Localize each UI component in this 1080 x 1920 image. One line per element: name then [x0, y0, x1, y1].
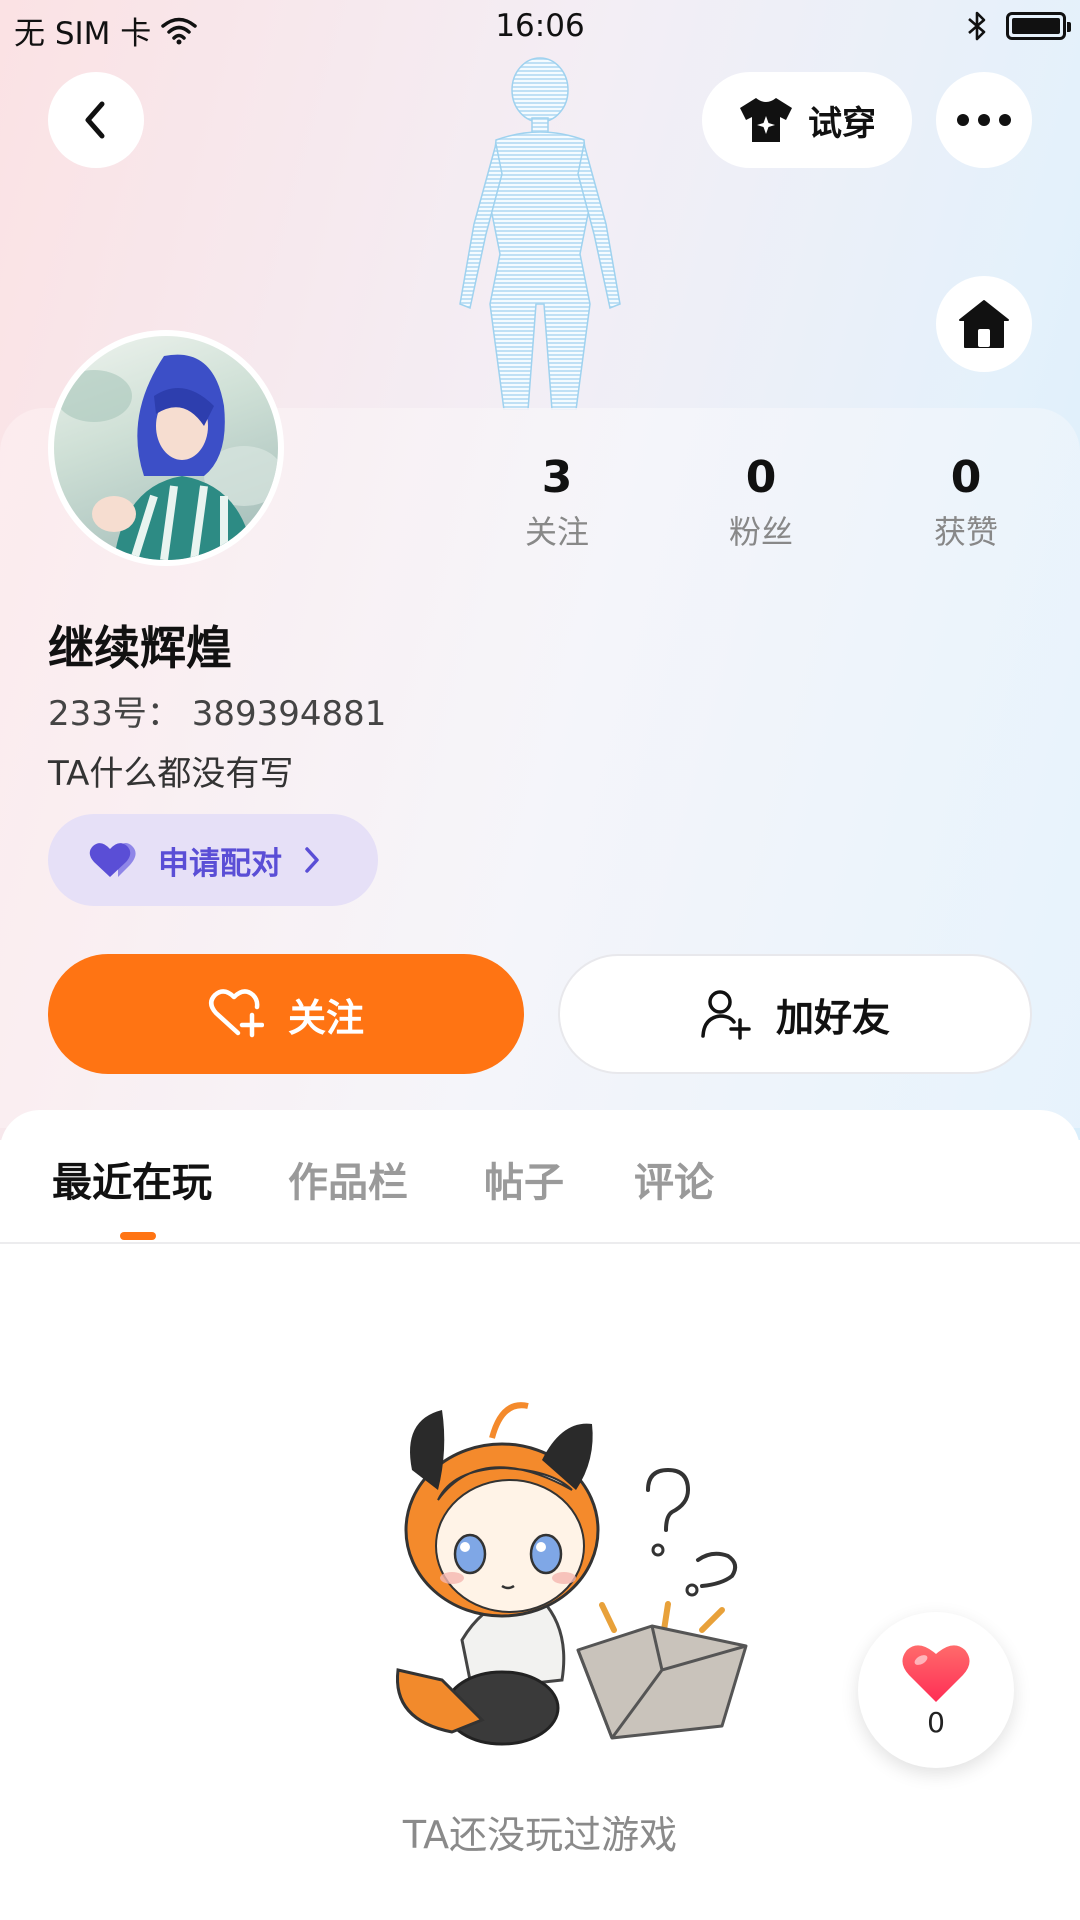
empty-state-message: TA还没玩过游戏: [402, 1813, 678, 1857]
nickname: 继续辉煌: [48, 621, 232, 675]
content-tabs: 最近在玩 作品栏 帖子 评论: [0, 1110, 1080, 1244]
stat-likes-value: 0: [950, 452, 982, 503]
tab-works[interactable]: 作品栏: [288, 1150, 408, 1208]
user-plus-icon: [701, 990, 751, 1040]
stat-fans-value: 0: [745, 452, 777, 503]
avatar-image: [54, 336, 278, 560]
battery-icon: [1006, 12, 1071, 40]
heart-plus-icon: [208, 989, 264, 1038]
stat-following-label: 关注: [524, 513, 589, 551]
status-time: 16:06: [495, 8, 585, 44]
avatar[interactable]: [48, 330, 284, 566]
empty-state-illustration: [395, 1402, 748, 1746]
heart-icon: [902, 1644, 970, 1702]
add-friend-button[interactable]: 加好友: [558, 954, 1032, 1074]
chevron-right-icon: [305, 847, 319, 873]
floating-like-button[interactable]: 0: [858, 1612, 1014, 1768]
apply-pair-label: 申请配对: [158, 845, 282, 882]
stat-likes[interactable]: 0 获赞: [886, 452, 1046, 553]
apply-pair-button[interactable]: 申请配对: [48, 814, 378, 906]
stat-fans[interactable]: 0 粉丝: [681, 452, 841, 553]
stat-fans-label: 粉丝: [728, 513, 793, 551]
like-count: 0: [927, 1705, 945, 1739]
stat-likes-label: 获赞: [933, 513, 998, 551]
add-friend-label: 加好友: [775, 995, 890, 1040]
bluetooth-icon: [968, 11, 986, 41]
back-button[interactable]: [48, 72, 144, 168]
tab-recently-played[interactable]: 最近在玩: [52, 1150, 212, 1208]
tshirt-icon: [740, 98, 792, 142]
double-heart-icon: [89, 843, 136, 877]
tab-posts[interactable]: 帖子: [484, 1150, 564, 1208]
status-bar: 无 SIM 卡 16:06: [0, 0, 1080, 56]
active-tab-indicator: [120, 1232, 156, 1240]
stat-following[interactable]: 3 关注: [477, 452, 637, 553]
follow-label: 关注: [287, 995, 364, 1040]
try-on-label: 试穿: [808, 103, 876, 144]
user-id: 233号： 389394881: [48, 694, 387, 734]
home-button[interactable]: [936, 276, 1032, 372]
status-right: [966, 10, 1071, 42]
stat-following-value: 3: [541, 452, 573, 503]
home-icon: [959, 300, 1009, 348]
avatar-portrait: [56, 354, 278, 560]
bio: TA什么都没有写: [48, 754, 294, 794]
more-button[interactable]: [936, 72, 1032, 168]
try-on-button[interactable]: 试穿: [702, 72, 912, 168]
tab-comments[interactable]: 评论: [634, 1150, 714, 1208]
hologram-avatar-figure: [459, 57, 621, 410]
more-dots-icon: [957, 114, 1011, 126]
chevron-left-icon: [85, 101, 105, 139]
follow-button[interactable]: 关注: [48, 954, 524, 1074]
